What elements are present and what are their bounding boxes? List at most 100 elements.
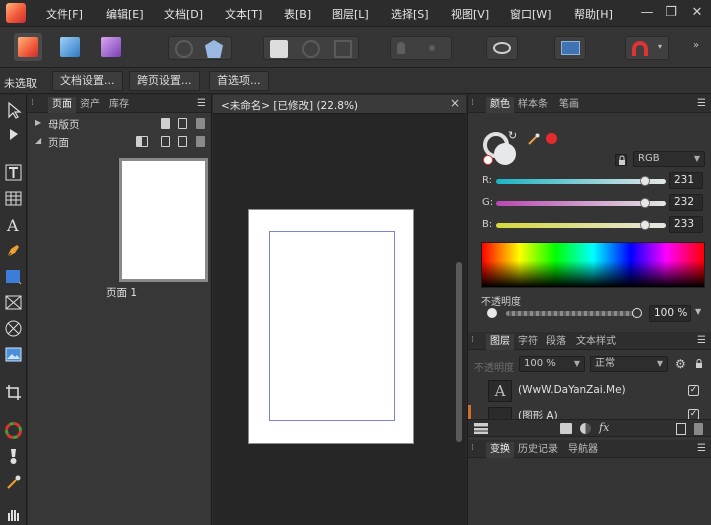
mask-layer-icon[interactable] xyxy=(560,423,572,434)
tab-swatches[interactable]: 样本条 xyxy=(514,97,552,113)
toolbar-overflow-icon[interactable]: » xyxy=(693,40,699,51)
vertical-scrollbar[interactable] xyxy=(456,262,462,442)
place-image-icon[interactable] xyxy=(4,345,23,364)
tab-stroke[interactable]: 笔画 xyxy=(555,97,583,113)
tab-paragraph[interactable]: 段落 xyxy=(542,334,570,350)
circle-icon[interactable] xyxy=(302,40,320,58)
table-tool-icon[interactable] xyxy=(4,189,23,208)
collapse-triangle-icon[interactable]: ◢ xyxy=(35,136,41,145)
snapping-dropdown-icon[interactable]: ▾ xyxy=(658,42,662,51)
opacity-slider-track[interactable] xyxy=(506,311,634,316)
swap-colors-icon[interactable]: ↻ xyxy=(508,129,517,142)
canvas-area[interactable] xyxy=(213,114,466,525)
picture-frame-ellipse-icon[interactable] xyxy=(4,319,23,338)
layer-lock-icon[interactable] xyxy=(694,359,704,369)
page-thumbnail[interactable] xyxy=(119,158,208,282)
page-icon[interactable] xyxy=(270,40,288,58)
tab-assets[interactable]: 资产 xyxy=(76,97,104,113)
delete-layer-icon[interactable] xyxy=(694,423,703,435)
artistic-text-tool-icon[interactable]: A xyxy=(4,215,23,235)
add-layer-icon[interactable] xyxy=(676,423,686,435)
menu-edit[interactable]: 编辑[E] xyxy=(106,6,144,22)
green-slider-knob[interactable] xyxy=(640,198,650,208)
menu-view[interactable]: 视图[V] xyxy=(451,6,489,22)
menu-file[interactable]: 文件[F] xyxy=(46,6,83,22)
tab-navigator[interactable]: 导航器 xyxy=(564,442,602,458)
color-model-dropdown[interactable]: RGB ▼ xyxy=(633,151,705,167)
snapping-magnet-icon[interactable] xyxy=(632,41,648,56)
expand-triangle-icon[interactable]: ▶ xyxy=(35,118,41,127)
preferences-button[interactable]: 首选项... xyxy=(209,71,269,91)
color-spectrum[interactable] xyxy=(481,242,705,288)
delete-page-icon[interactable] xyxy=(196,136,205,147)
opacity-dropdown-icon[interactable]: ▼ xyxy=(695,307,701,316)
opacity-value-field[interactable]: 100 % xyxy=(649,305,691,322)
pin-icon[interactable] xyxy=(397,42,405,54)
layer-visibility-checkbox[interactable]: ✓ xyxy=(688,409,699,419)
pen-tool-icon[interactable] xyxy=(4,241,23,260)
document-page[interactable] xyxy=(248,209,414,444)
square-icon[interactable] xyxy=(334,40,352,58)
lock-icon[interactable] xyxy=(615,154,627,166)
frame-text-tool-icon[interactable] xyxy=(4,163,23,182)
menu-select[interactable]: 选择[S] xyxy=(391,6,429,22)
tab-history[interactable]: 历史记录 xyxy=(514,442,562,458)
blend-mode-dropdown[interactable]: 正常 ▼ xyxy=(590,356,668,372)
picture-frame-rectangle-icon[interactable] xyxy=(4,293,23,312)
photo-persona-button[interactable] xyxy=(97,33,125,61)
menu-text[interactable]: 文本[T] xyxy=(225,6,262,22)
publisher-persona-button[interactable] xyxy=(14,33,42,61)
tab-text-styles[interactable]: 文本样式 xyxy=(572,334,620,350)
add-master-icon[interactable] xyxy=(178,118,187,129)
rectangle-tool-icon[interactable] xyxy=(4,267,23,286)
blue-value-field[interactable]: 233 xyxy=(669,216,703,233)
node-tool-icon[interactable] xyxy=(4,125,23,144)
fill-tool-icon[interactable] xyxy=(4,447,23,466)
master-pages-row[interactable]: ▶ 母版页 xyxy=(28,115,211,132)
crop-tool-icon[interactable] xyxy=(4,383,23,402)
view-mode-icon[interactable] xyxy=(561,41,580,55)
fx-icon[interactable]: fx xyxy=(599,421,609,434)
layer-row[interactable]: A (WwW.DaYanZai.Me) ✓ xyxy=(468,378,711,404)
red-slider-knob[interactable] xyxy=(640,176,650,186)
tab-transform[interactable]: 变换 xyxy=(486,442,514,458)
spread-setup-button[interactable]: 跨页设置... xyxy=(129,71,200,91)
tab-stock[interactable]: 库存 xyxy=(105,97,133,113)
restore-button[interactable]: ❐ xyxy=(662,4,680,22)
minimize-button[interactable]: — xyxy=(638,4,656,22)
close-window-button[interactable]: ✕ xyxy=(688,4,706,22)
pages-row[interactable]: ◢ 页面 xyxy=(28,133,211,150)
tab-color[interactable]: 颜色 xyxy=(486,97,514,113)
layers-stack-icon[interactable] xyxy=(474,423,488,434)
blue-slider-knob[interactable] xyxy=(640,220,650,230)
adjustment-icon[interactable] xyxy=(580,423,591,434)
menu-document[interactable]: 文档[D] xyxy=(164,6,203,22)
preview-eye-icon[interactable] xyxy=(493,42,511,54)
facing-pages-icon[interactable] xyxy=(136,136,148,147)
menu-layer[interactable]: 图层[L] xyxy=(332,6,369,22)
panel-menu-icon[interactable]: ☰ xyxy=(197,98,206,109)
menu-help[interactable]: 帮助[H] xyxy=(574,6,613,22)
fill-well[interactable] xyxy=(494,143,516,165)
red-value-field[interactable]: 231 xyxy=(669,172,703,189)
layer-visibility-checkbox[interactable]: ✓ xyxy=(688,385,699,396)
eyedropper-icon[interactable] xyxy=(528,133,540,145)
delete-master-icon[interactable] xyxy=(196,118,205,129)
move-tool-icon[interactable] xyxy=(4,101,23,120)
shape-tool-icon[interactable] xyxy=(205,40,223,58)
tab-character[interactable]: 字符 xyxy=(514,334,542,350)
eyedropper-tool-icon[interactable] xyxy=(4,473,23,492)
opacity-slider-knob[interactable] xyxy=(632,308,642,318)
document-tab[interactable]: <未命名> [已修改] (22.8%) × xyxy=(213,95,466,114)
picked-color-swatch[interactable] xyxy=(546,133,557,144)
document-setup-button[interactable]: 文档设置... xyxy=(52,71,123,91)
menu-window[interactable]: 窗口[W] xyxy=(510,6,551,22)
panel-menu-icon[interactable]: ☰ xyxy=(697,335,706,346)
add-page-icon[interactable] xyxy=(178,136,187,147)
layer-row[interactable]: (图形 A) ✓ xyxy=(468,405,711,419)
panel-menu-icon[interactable]: ☰ xyxy=(697,443,706,454)
designer-persona-button[interactable] xyxy=(56,33,84,61)
menu-table[interactable]: 表[B] xyxy=(284,6,311,22)
hand-tool-icon[interactable] xyxy=(4,505,23,524)
tab-pages[interactable]: 页面 xyxy=(48,97,76,113)
